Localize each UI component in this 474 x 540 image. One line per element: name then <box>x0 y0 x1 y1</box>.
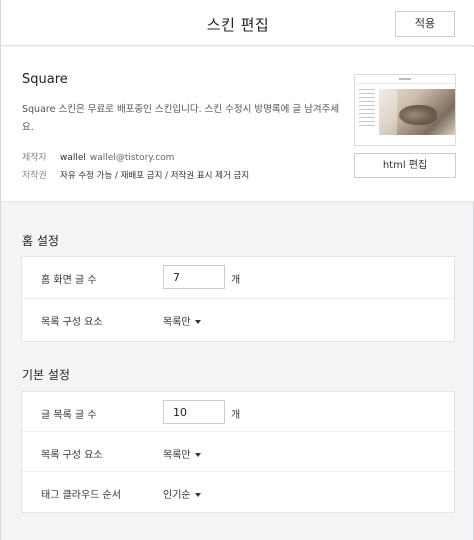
copyright-row: 저작권 자유 수정 가능 / 재배포 금지 / 저작권 표시 제거 금지 <box>22 168 249 181</box>
skin-preview-thumbnail <box>354 74 456 146</box>
skin-editor-window: 스킨 편집 적용 Square Square 스킨은 무료로 배포중인 스킨입니… <box>0 0 474 540</box>
home-settings-panel: 홈 화면 글 수 개 목록 구성 요소 목록만 <box>21 256 455 342</box>
tag-cloud-order-label: 태그 클라우드 순서 <box>41 490 121 501</box>
copyright-text: 자유 수정 가능 / 재배포 금지 / 저작권 표시 제거 금지 <box>60 171 250 181</box>
basic-list-component-dropdown[interactable]: 목록만 <box>163 446 201 461</box>
home-list-component-label: 목록 구성 요소 <box>41 317 103 328</box>
skin-description: Square 스킨은 무료로 배포중인 스킨입니다. 스킨 수정시 방명록에 글… <box>22 104 340 133</box>
thumbnail-sidebar <box>359 89 375 129</box>
basic-list-component-row: 목록 구성 요소 목록만 <box>22 432 454 472</box>
basic-settings-title: 기본 설정 <box>22 368 70 382</box>
tag-cloud-order-dropdown[interactable]: 인기순 <box>163 486 201 501</box>
home-list-component-dropdown[interactable]: 목록만 <box>163 313 201 328</box>
copyright-label: 저작권 <box>22 171 47 181</box>
maker-email: wallel@tistory.com <box>89 153 175 163</box>
home-post-count-input[interactable] <box>163 265 225 289</box>
maker-row: 제작자 wallel wallel@tistory.com <box>22 150 174 163</box>
list-post-count-input[interactable] <box>163 400 225 424</box>
basic-list-component-label: 목록 구성 요소 <box>41 450 103 461</box>
html-edit-button[interactable]: html 편집 <box>354 153 456 178</box>
skin-info-section: Square Square 스킨은 무료로 배포중인 스킨입니다. 스킨 수정시… <box>1 47 474 202</box>
thumbnail-cat-photo <box>379 89 455 135</box>
chevron-down-icon <box>194 320 201 324</box>
home-list-component-value: 목록만 <box>163 317 191 328</box>
home-post-count-unit: 개 <box>231 275 241 286</box>
home-post-count-row: 홈 화면 글 수 개 <box>22 257 454 299</box>
chevron-down-icon <box>194 453 201 457</box>
maker-name: wallel <box>60 153 86 163</box>
basic-list-component-value: 목록만 <box>163 450 191 461</box>
home-post-count-label: 홈 화면 글 수 <box>41 275 97 286</box>
home-list-component-row: 목록 구성 요소 목록만 <box>22 299 454 341</box>
home-settings-title: 홈 설정 <box>22 234 59 248</box>
apply-button[interactable]: 적용 <box>395 11 455 37</box>
list-post-count-unit: 개 <box>231 410 241 421</box>
chevron-down-icon <box>194 493 201 497</box>
tag-cloud-order-value: 인기순 <box>163 490 191 501</box>
list-post-count-label: 글 목록 글 수 <box>41 410 97 421</box>
skin-name: Square <box>22 72 68 87</box>
thumbnail-header <box>355 75 455 84</box>
maker-label: 제작자 <box>22 153 47 163</box>
tag-cloud-order-row: 태그 클라우드 순서 인기순 <box>22 472 454 512</box>
list-post-count-row: 글 목록 글 수 개 <box>22 392 454 432</box>
header-bar: 스킨 편집 적용 <box>1 0 474 46</box>
basic-settings-panel: 글 목록 글 수 개 목록 구성 요소 목록만 태그 클라우드 순서 인기순 <box>21 391 455 513</box>
